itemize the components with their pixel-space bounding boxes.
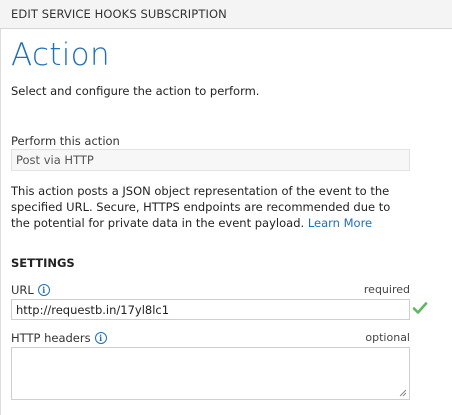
dialog-title: EDIT SERVICE HOOKS SUBSCRIPTION bbox=[11, 7, 227, 21]
action-label: Perform this action bbox=[11, 134, 120, 148]
dialog-left-border bbox=[0, 29, 1, 415]
learn-more-link[interactable]: Learn More bbox=[308, 216, 372, 230]
page-subtitle: Select and configure the action to perfo… bbox=[11, 84, 260, 98]
page-title: Action bbox=[11, 37, 110, 73]
url-label-row: URL i bbox=[11, 283, 50, 297]
url-required-hint: required bbox=[363, 283, 410, 296]
url-info-icon[interactable]: i bbox=[37, 283, 50, 296]
url-label: URL bbox=[11, 283, 34, 297]
url-input[interactable] bbox=[11, 299, 410, 320]
dialog-title-bar: EDIT SERVICE HOOKS SUBSCRIPTION bbox=[0, 0, 452, 29]
headers-label: HTTP headers bbox=[11, 331, 91, 345]
headers-label-row: HTTP headers i bbox=[11, 331, 107, 345]
headers-textarea[interactable] bbox=[11, 347, 410, 400]
action-description: This action posts a JSON object represen… bbox=[11, 183, 411, 231]
headers-info-icon[interactable]: i bbox=[94, 331, 107, 344]
action-select[interactable]: Post via HTTP bbox=[11, 149, 410, 171]
valid-check-icon bbox=[412, 302, 428, 314]
resize-grip-icon[interactable] bbox=[399, 389, 407, 397]
action-select-value: Post via HTTP bbox=[16, 153, 94, 167]
headers-optional-hint: optional bbox=[365, 331, 410, 344]
settings-heading: SETTINGS bbox=[11, 256, 75, 270]
